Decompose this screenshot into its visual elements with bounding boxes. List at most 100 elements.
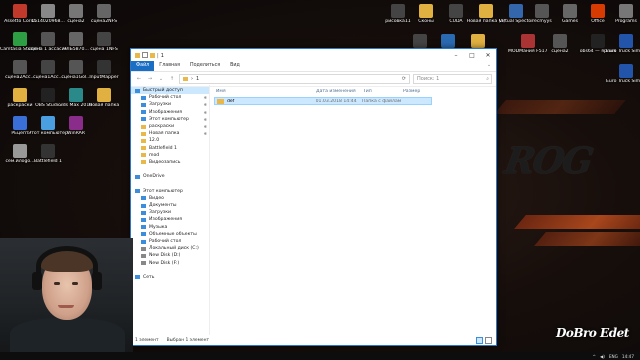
ribbon-expand-icon[interactable]: ⌄ (482, 61, 496, 71)
nav-item-label: Документы (149, 203, 177, 209)
nav-item-label: Музыка (149, 224, 168, 230)
minimize-button[interactable]: – (448, 49, 464, 61)
column-name[interactable]: Имя (216, 89, 316, 94)
tab-share[interactable]: Поделиться (185, 61, 225, 71)
app-icon (441, 34, 455, 48)
tab-view[interactable]: Вид (225, 61, 245, 71)
nav-item[interactable]: Видеозапись (131, 159, 209, 166)
app-icon (69, 4, 83, 18)
details-view-icon[interactable] (476, 336, 483, 344)
file-row[interactable]: def 01.03.2018 14:44 Папка с файлами (214, 97, 432, 105)
desktop-icon[interactable]: Новая папка (84, 88, 124, 109)
nav-item[interactable]: Рабочий стол (131, 238, 209, 245)
navigation-pane[interactable]: Быстрый доступ Рабочий стол ✱ Загрузки ✱ Изоб… (131, 85, 210, 335)
language-indicator[interactable]: ENG (609, 354, 618, 359)
large-icons-view-icon[interactable] (485, 336, 492, 344)
nav-item[interactable]: Battlefield 1 (131, 145, 209, 152)
nav-item[interactable]: Изображения (131, 216, 209, 223)
nav-item-label: New Disk (D:) (149, 253, 181, 259)
new-folder-icon[interactable] (150, 52, 155, 58)
desktop-icon[interactable]: Battlefield 1 (28, 144, 68, 165)
nav-item[interactable]: Загрузки ✱ (131, 101, 209, 108)
nav-item[interactable]: Сеть (131, 274, 209, 281)
up-arrow-icon[interactable]: ↑ (168, 76, 176, 82)
desktop-icon[interactable]: сцена2 (540, 34, 580, 55)
address-bar[interactable]: › 1 ⟳ (179, 74, 410, 84)
nav-item-icon (141, 95, 146, 100)
nav-item[interactable]: Локальный диск (C:) (131, 245, 209, 252)
explorer-window[interactable]: | 1 – □ ✕ Файл Главная Поделиться Вид ⌄ … (130, 48, 497, 346)
desktop-icon[interactable]: Programs (606, 4, 640, 25)
nav-item[interactable]: Видео (131, 195, 209, 202)
nav-item-icon (141, 124, 146, 129)
column-date[interactable]: Дата изменения (316, 89, 363, 94)
search-input[interactable]: Поиск: 1 ⌕ (413, 74, 492, 84)
desktop-icon[interactable]: WinRAR (56, 116, 96, 137)
nav-item[interactable]: Рабочий стол ✱ (131, 94, 209, 101)
desktop-icon-label: Euro Truck Simulator... (606, 79, 640, 84)
channel-watermark: DoBro Edet (556, 326, 629, 340)
webcam-overlay (0, 238, 133, 352)
nav-item[interactable]: Быстрый доступ (131, 87, 209, 95)
nav-item[interactable]: 12.0 (131, 137, 209, 144)
wallpaper-logo: ROG (497, 140, 599, 182)
desktop-icon[interactable]: Euro Truck Simulator 2 (606, 34, 640, 55)
nav-item-label: Видео (149, 195, 164, 201)
pin-icon: ✱ (203, 102, 207, 108)
refresh-icon[interactable]: ⟳ (402, 76, 406, 82)
nav-item-icon (141, 239, 146, 244)
properties-icon[interactable] (142, 52, 148, 58)
nav-item[interactable]: Изображения ✱ (131, 109, 209, 116)
app-icon (13, 4, 27, 18)
file-list[interactable]: Имя Дата изменения Тип Размер def 01.03.… (210, 85, 496, 335)
nav-item[interactable]: Объемные объекты (131, 231, 209, 238)
nav-item-label: Изображения (149, 217, 182, 223)
volume-icon[interactable]: ◀) (600, 354, 605, 359)
desktop-icon-label: сцена2NFS (90, 19, 118, 24)
tray-up-chevron-icon[interactable]: ^ (593, 354, 597, 359)
folder-icon (183, 77, 188, 81)
nav-item-label: Battlefield 1 (149, 145, 177, 151)
app-icon (591, 4, 605, 18)
nav-item[interactable]: Этот компьютер (131, 188, 209, 195)
nav-item[interactable]: mod (131, 152, 209, 159)
pin-icon: ✱ (203, 131, 207, 137)
app-icon (97, 4, 111, 18)
nav-item[interactable]: Документы (131, 202, 209, 209)
nav-item-label: Быстрый доступ (143, 88, 183, 94)
nav-item[interactable]: New Disk (F:) (131, 260, 209, 267)
close-button[interactable]: ✕ (480, 49, 496, 61)
desktop-icon[interactable]: Euro Truck Simulator... (606, 64, 640, 85)
status-selected: Выбран 1 элемент (166, 337, 210, 343)
nav-item-label: 12.0 (149, 138, 160, 144)
breadcrumb-item[interactable]: 1 (196, 76, 199, 82)
clock[interactable]: 14:47 (622, 354, 634, 359)
column-type[interactable]: Тип (363, 89, 403, 94)
desktop-icon[interactable]: сцена2NFS (84, 4, 124, 25)
nav-item-icon (141, 232, 146, 237)
app-icon (413, 34, 427, 48)
taskbar: ^ ◀) ENG 14:47 (0, 352, 640, 360)
nav-item[interactable]: раскраски ✱ (131, 123, 209, 130)
nav-item[interactable]: Новая папка ✱ (131, 130, 209, 137)
tab-home[interactable]: Главная (154, 61, 185, 71)
nav-item[interactable]: Музыка (131, 224, 209, 231)
forward-arrow-icon[interactable]: → (146, 76, 154, 82)
column-size[interactable]: Размер (403, 89, 443, 94)
recent-chevron-icon[interactable]: ⌄ (157, 76, 165, 82)
tab-file[interactable]: Файл (131, 61, 155, 71)
desktop-icon[interactable]: сцена 1NFS (84, 32, 124, 53)
back-arrow-icon[interactable]: ← (135, 76, 143, 82)
nav-item[interactable]: New Disk (D:) (131, 252, 209, 259)
desktop-icon[interactable]: InputMapper (84, 60, 124, 81)
nav-item[interactable]: Этот компьютер ✱ (131, 116, 209, 123)
app-icon (449, 4, 463, 18)
nav-item[interactable]: OneDrive (131, 173, 209, 180)
nav-item-label: Этот компьютер (143, 188, 183, 194)
title-bar[interactable]: | 1 – □ ✕ (131, 49, 496, 61)
maximize-button[interactable]: □ (464, 49, 480, 61)
desktop-icon-label: InputMapper (89, 75, 119, 80)
nav-item[interactable]: Загрузки (131, 209, 209, 216)
app-icon (509, 4, 523, 18)
